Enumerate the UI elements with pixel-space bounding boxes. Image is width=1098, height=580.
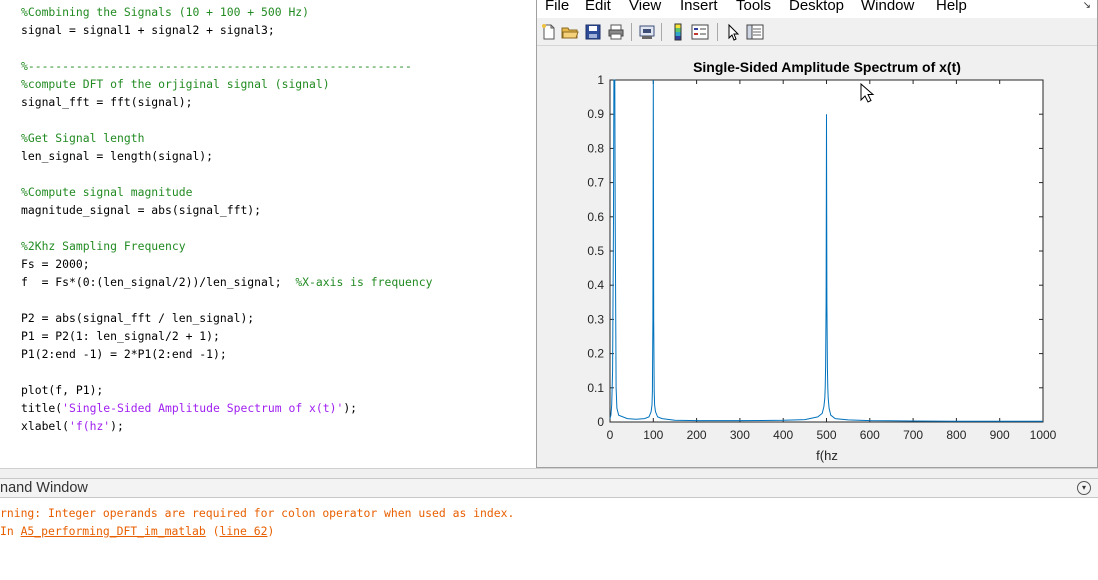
axes[interactable]: 0 100 200 300 400 500 600 700 800 900 1000 0 0.1 0.2 0… — [537, 46, 1097, 467]
menu-edit[interactable]: Edit — [585, 0, 611, 14]
menu-tools[interactable]: Tools — [736, 0, 771, 14]
figure-menubar: File Edit View Insert Tools Desktop Wind… — [537, 0, 1097, 18]
y-tick-label: 0.9 — [587, 107, 604, 121]
legend-icon[interactable] — [691, 23, 709, 41]
menu-insert[interactable]: Insert — [680, 0, 718, 14]
code-line: xlabel('f(hz'); — [21, 419, 124, 433]
code-line: plot(f, P1); — [21, 383, 104, 397]
menu-view[interactable]: View — [629, 0, 661, 14]
toolbar-separator — [717, 23, 718, 41]
x-tick-label: 100 — [643, 428, 663, 442]
code-line: Fs = 2000; — [21, 257, 90, 271]
x-tick-label: 500 — [816, 428, 836, 442]
y-tick-label: 0.1 — [587, 381, 604, 395]
code-line: f = Fs*(0:(len_signal/2))/len_signal; %X… — [21, 275, 433, 289]
x-tick-label: 200 — [687, 428, 707, 442]
chart-title: Single-Sided Amplitude Spectrum of x(t) — [693, 59, 961, 75]
code-editor[interactable]: %Combining the Signals (10 + 100 + 500 H… — [0, 0, 536, 468]
command-window-header: nand Window ▾ — [0, 478, 1098, 498]
line-link[interactable]: line 62 — [219, 524, 267, 538]
code-line: signal_fft = fft(signal); — [21, 95, 193, 109]
file-link[interactable]: A5_performing_DFT_im_matlab — [21, 524, 206, 538]
warning-location-prefix: In — [0, 524, 21, 538]
y-tick-label: 0.5 — [587, 244, 604, 258]
property-editor-icon[interactable] — [746, 23, 764, 41]
y-tick-label: 0.6 — [587, 210, 604, 224]
menu-desktop[interactable]: Desktop — [789, 0, 844, 14]
print-preview-icon[interactable] — [638, 23, 656, 41]
colorbar-icon[interactable] — [669, 23, 687, 41]
x-tick-label: 600 — [860, 428, 880, 442]
command-window[interactable]: rning: Integer operands are required for… — [0, 498, 1098, 580]
print-icon[interactable] — [607, 23, 625, 41]
code-line: P2 = abs(signal_fft / len_signal); — [21, 311, 255, 325]
code-line: %Get Signal length — [21, 131, 145, 145]
menu-file[interactable]: File — [545, 0, 569, 14]
warning-location: In A5_performing_DFT_im_matlab (line 62) — [0, 524, 275, 538]
x-tick-label: 800 — [946, 428, 966, 442]
panel-menu-icon[interactable]: ▾ — [1077, 481, 1091, 495]
warning-location-suffix: ) — [267, 524, 275, 538]
y-tick-label: 0.7 — [587, 176, 604, 190]
code-line: len_signal = length(signal); — [21, 149, 214, 163]
code-line: %2Khz Sampling Frequency — [21, 239, 186, 253]
toolbar-separator — [631, 23, 632, 41]
y-tick-label: 0 — [597, 415, 604, 429]
menu-window[interactable]: Window — [861, 0, 914, 14]
x-tick-label: 1000 — [1030, 428, 1057, 442]
save-icon[interactable] — [584, 23, 602, 41]
command-window-title: nand Window — [0, 480, 88, 496]
figure-window: File Edit View Insert Tools Desktop Wind… — [536, 0, 1098, 468]
x-tick-label: 300 — [730, 428, 750, 442]
x-tick-label: 400 — [773, 428, 793, 442]
y-tick-label: 1 — [597, 73, 604, 87]
open-file-icon[interactable] — [561, 23, 579, 41]
code-line: signal = signal1 + signal2 + signal3; — [21, 23, 275, 37]
code-line: P1(2:end -1) = 2*P1(2:end -1); — [21, 347, 227, 361]
code-line: title('Single-Sided Amplitude Spectrum o… — [21, 401, 358, 415]
y-tick-label: 0.3 — [587, 312, 604, 326]
x-tick-label: 700 — [903, 428, 923, 442]
toolbar-separator — [661, 23, 662, 41]
y-tick-label: 0.2 — [587, 347, 604, 361]
x-tick-label: 0 — [607, 428, 614, 442]
pointer-icon[interactable] — [725, 23, 743, 41]
menu-help[interactable]: Help — [936, 0, 967, 14]
y-tick-label: 0.8 — [587, 141, 604, 155]
code-line: %Combining the Signals (10 + 100 + 500 H… — [21, 5, 310, 19]
panel-divider[interactable] — [0, 468, 1098, 478]
code-line: %Compute signal magnitude — [21, 185, 193, 199]
code-line: P1 = P2(1: len_signal/2 + 1); — [21, 329, 220, 343]
code-line: magnitude_signal = abs(signal_fft); — [21, 203, 262, 217]
code-line: %compute DFT of the orjiginal signal (si… — [21, 77, 330, 91]
x-tick-label: 900 — [990, 428, 1010, 442]
resize-grip-icon[interactable]: ↘ — [1083, 0, 1091, 11]
figure-toolbar — [537, 18, 1097, 46]
new-figure-icon[interactable] — [540, 23, 558, 41]
code-line: %---------------------------------------… — [21, 59, 412, 73]
y-tick-label: 0.4 — [587, 278, 604, 292]
x-axis-label: f(hz — [816, 448, 838, 463]
warning-message: rning: Integer operands are required for… — [0, 506, 515, 520]
